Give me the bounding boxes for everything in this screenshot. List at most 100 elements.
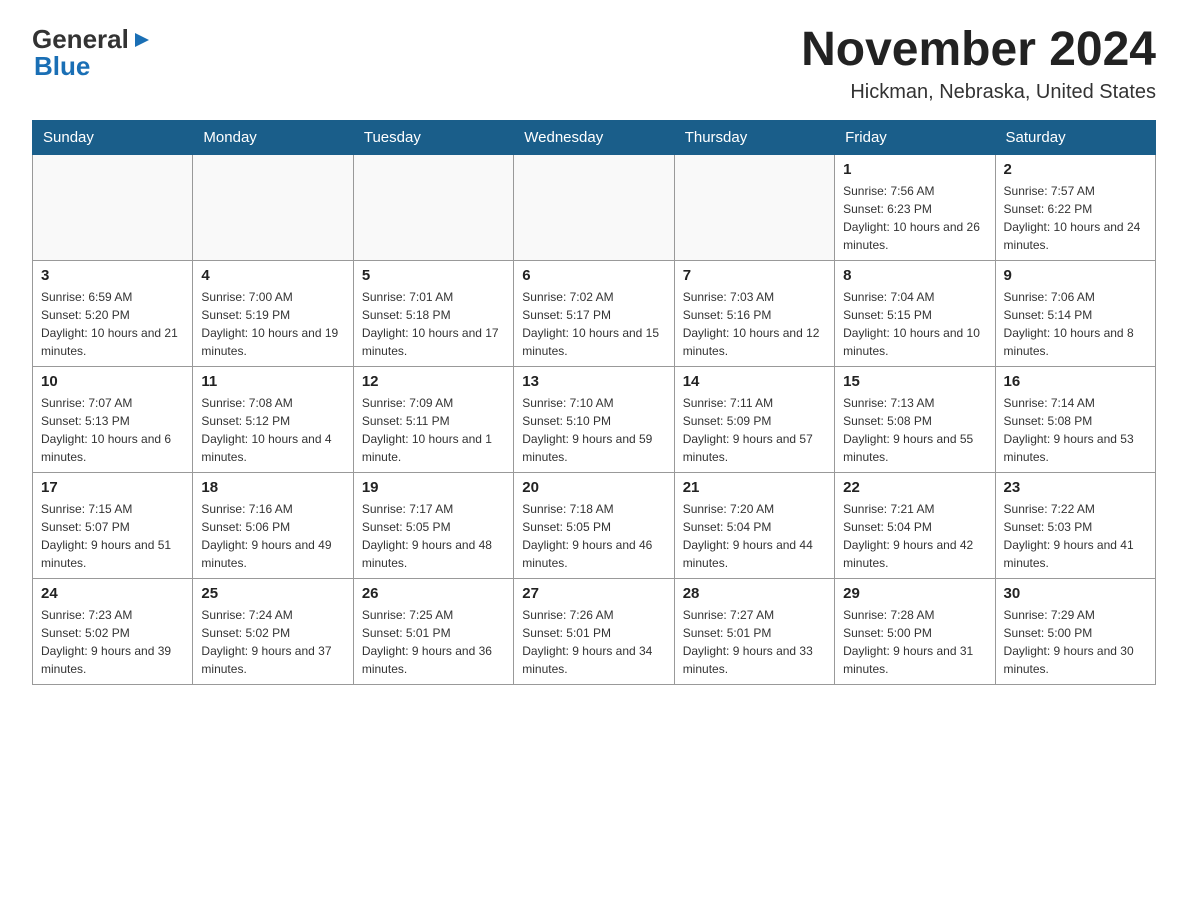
calendar-cell: 4 Sunrise: 7:00 AMSunset: 5:19 PMDaylight…: [193, 260, 353, 366]
day-info: Sunrise: 7:29 AMSunset: 5:00 PMDaylight:…: [1004, 606, 1147, 678]
day-info: Sunrise: 7:25 AMSunset: 5:01 PMDaylight:…: [362, 606, 505, 678]
calendar-cell: 9 Sunrise: 7:06 AMSunset: 5:14 PMDaylight…: [995, 260, 1155, 366]
logo: General Blue: [32, 24, 153, 82]
day-number: 9: [1004, 267, 1147, 284]
calendar-title: November 2024: [801, 24, 1156, 77]
calendar-cell: [33, 154, 193, 260]
day-number: 19: [362, 479, 505, 496]
calendar-cell: 10 Sunrise: 7:07 AMSunset: 5:13 PMDayligh…: [33, 366, 193, 472]
day-info: Sunrise: 7:20 AMSunset: 5:04 PMDaylight:…: [683, 500, 826, 572]
day-number: 15: [843, 373, 986, 390]
day-number: 17: [41, 479, 184, 496]
calendar-cell: 15Sunrise: 7:13 AMSunset: 5:08 PMDayligh…: [835, 366, 995, 472]
calendar-cell: 11 Sunrise: 7:08 AMSunset: 5:12 PMDayligh…: [193, 366, 353, 472]
day-number: 12: [362, 373, 505, 390]
day-info: Sunrise: 7:03 AMSunset: 5:16 PMDaylight:…: [683, 288, 826, 360]
day-number: 8: [843, 267, 986, 284]
day-number: 6: [522, 267, 665, 284]
calendar-cell: 21 Sunrise: 7:20 AMSunset: 5:04 PMDayligh…: [674, 472, 834, 578]
calendar-cell: 16 Sunrise: 7:14 AMSunset: 5:08 PMDayligh…: [995, 366, 1155, 472]
day-info: Sunrise: 7:22 AMSunset: 5:03 PMDaylight:…: [1004, 500, 1147, 572]
day-info: Sunrise: 7:00 AMSunset: 5:19 PMDaylight:…: [201, 288, 344, 360]
logo-blue-line: Blue: [32, 51, 90, 82]
day-info: Sunrise: 7:18 AMSunset: 5:05 PMDaylight:…: [522, 500, 665, 572]
day-number: 10: [41, 373, 184, 390]
day-number: 29: [843, 585, 986, 602]
day-number: 3: [41, 267, 184, 284]
calendar-cell: 6 Sunrise: 7:02 AMSunset: 5:17 PMDaylight…: [514, 260, 674, 366]
day-number: 4: [201, 267, 344, 284]
day-number: 22: [843, 479, 986, 496]
calendar-cell: 20 Sunrise: 7:18 AMSunset: 5:05 PMDayligh…: [514, 472, 674, 578]
day-info: Sunrise: 7:27 AMSunset: 5:01 PMDaylight:…: [683, 606, 826, 678]
weekday-header-thursday: Thursday: [674, 120, 834, 154]
calendar-cell: 18 Sunrise: 7:16 AMSunset: 5:06 PMDayligh…: [193, 472, 353, 578]
day-info: Sunrise: 7:14 AMSunset: 5:08 PMDaylight:…: [1004, 394, 1147, 466]
day-number: 27: [522, 585, 665, 602]
weekday-header-sunday: Sunday: [33, 120, 193, 154]
day-info: Sunrise: 7:02 AMSunset: 5:17 PMDaylight:…: [522, 288, 665, 360]
day-number: 18: [201, 479, 344, 496]
calendar-week-1: 1 Sunrise: 7:56 AMSunset: 6:23 PMDaylight…: [33, 154, 1156, 260]
calendar-cell: 5 Sunrise: 7:01 AMSunset: 5:18 PMDaylight…: [353, 260, 513, 366]
calendar-cell: 3Sunrise: 6:59 AMSunset: 5:20 PMDaylight…: [33, 260, 193, 366]
day-info: Sunrise: 7:16 AMSunset: 5:06 PMDaylight:…: [201, 500, 344, 572]
calendar-cell: [193, 154, 353, 260]
calendar-cell: 23 Sunrise: 7:22 AMSunset: 5:03 PMDayligh…: [995, 472, 1155, 578]
day-number: 7: [683, 267, 826, 284]
calendar-cell: [353, 154, 513, 260]
day-info: Sunrise: 7:56 AMSunset: 6:23 PMDaylight:…: [843, 182, 986, 254]
title-block: November 2024 Hickman, Nebraska, United …: [801, 24, 1156, 104]
calendar-cell: 19 Sunrise: 7:17 AMSunset: 5:05 PMDayligh…: [353, 472, 513, 578]
day-info: Sunrise: 7:07 AMSunset: 5:13 PMDaylight:…: [41, 394, 184, 466]
day-info: Sunrise: 7:23 AMSunset: 5:02 PMDaylight:…: [41, 606, 184, 678]
day-info: Sunrise: 7:57 AMSunset: 6:22 PMDaylight:…: [1004, 182, 1147, 254]
day-number: 23: [1004, 479, 1147, 496]
calendar-cell: [674, 154, 834, 260]
calendar-subtitle: Hickman, Nebraska, United States: [801, 81, 1156, 104]
day-number: 25: [201, 585, 344, 602]
day-info: Sunrise: 7:01 AMSunset: 5:18 PMDaylight:…: [362, 288, 505, 360]
calendar-cell: 12 Sunrise: 7:09 AMSunset: 5:11 PMDayligh…: [353, 366, 513, 472]
weekday-header-monday: Monday: [193, 120, 353, 154]
calendar-cell: 28Sunrise: 7:27 AMSunset: 5:01 PMDayligh…: [674, 578, 834, 684]
day-number: 2: [1004, 161, 1147, 178]
calendar-cell: 13 Sunrise: 7:10 AMSunset: 5:10 PMDayligh…: [514, 366, 674, 472]
calendar-cell: 25 Sunrise: 7:24 AMSunset: 5:02 PMDayligh…: [193, 578, 353, 684]
day-number: 21: [683, 479, 826, 496]
day-info: Sunrise: 7:08 AMSunset: 5:12 PMDaylight:…: [201, 394, 344, 466]
calendar-cell: 30Sunrise: 7:29 AMSunset: 5:00 PMDayligh…: [995, 578, 1155, 684]
calendar-cell: 2 Sunrise: 7:57 AMSunset: 6:22 PMDaylight…: [995, 154, 1155, 260]
calendar-cell: 8 Sunrise: 7:04 AMSunset: 5:15 PMDaylight…: [835, 260, 995, 366]
day-info: Sunrise: 7:17 AMSunset: 5:05 PMDaylight:…: [362, 500, 505, 572]
calendar-cell: 1 Sunrise: 7:56 AMSunset: 6:23 PMDaylight…: [835, 154, 995, 260]
calendar-week-2: 3Sunrise: 6:59 AMSunset: 5:20 PMDaylight…: [33, 260, 1156, 366]
calendar-week-4: 17 Sunrise: 7:15 AMSunset: 5:07 PMDayligh…: [33, 472, 1156, 578]
day-info: Sunrise: 7:06 AMSunset: 5:14 PMDaylight:…: [1004, 288, 1147, 360]
weekday-header-saturday: Saturday: [995, 120, 1155, 154]
day-number: 5: [362, 267, 505, 284]
weekday-header-tuesday: Tuesday: [353, 120, 513, 154]
calendar-cell: 22 Sunrise: 7:21 AMSunset: 5:04 PMDayligh…: [835, 472, 995, 578]
day-info: Sunrise: 7:26 AMSunset: 5:01 PMDaylight:…: [522, 606, 665, 678]
calendar-cell: 7 Sunrise: 7:03 AMSunset: 5:16 PMDaylight…: [674, 260, 834, 366]
day-info: Sunrise: 7:15 AMSunset: 5:07 PMDaylight:…: [41, 500, 184, 572]
logo-blue-text: Blue: [34, 51, 90, 81]
day-info: Sunrise: 7:10 AMSunset: 5:10 PMDaylight:…: [522, 394, 665, 466]
calendar-table: SundayMondayTuesdayWednesdayThursdayFrid…: [32, 120, 1156, 685]
day-number: 11: [201, 373, 344, 390]
day-info: Sunrise: 7:04 AMSunset: 5:15 PMDaylight:…: [843, 288, 986, 360]
calendar-week-5: 24 Sunrise: 7:23 AMSunset: 5:02 PMDayligh…: [33, 578, 1156, 684]
weekday-header-wednesday: Wednesday: [514, 120, 674, 154]
logo-arrow-icon: [131, 29, 153, 51]
day-number: 24: [41, 585, 184, 602]
day-number: 16: [1004, 373, 1147, 390]
day-number: 1: [843, 161, 986, 178]
calendar-cell: 14Sunrise: 7:11 AMSunset: 5:09 PMDayligh…: [674, 366, 834, 472]
weekday-header-friday: Friday: [835, 120, 995, 154]
day-info: Sunrise: 7:24 AMSunset: 5:02 PMDaylight:…: [201, 606, 344, 678]
day-number: 20: [522, 479, 665, 496]
day-number: 13: [522, 373, 665, 390]
day-info: Sunrise: 7:09 AMSunset: 5:11 PMDaylight:…: [362, 394, 505, 466]
day-info: Sunrise: 7:21 AMSunset: 5:04 PMDaylight:…: [843, 500, 986, 572]
